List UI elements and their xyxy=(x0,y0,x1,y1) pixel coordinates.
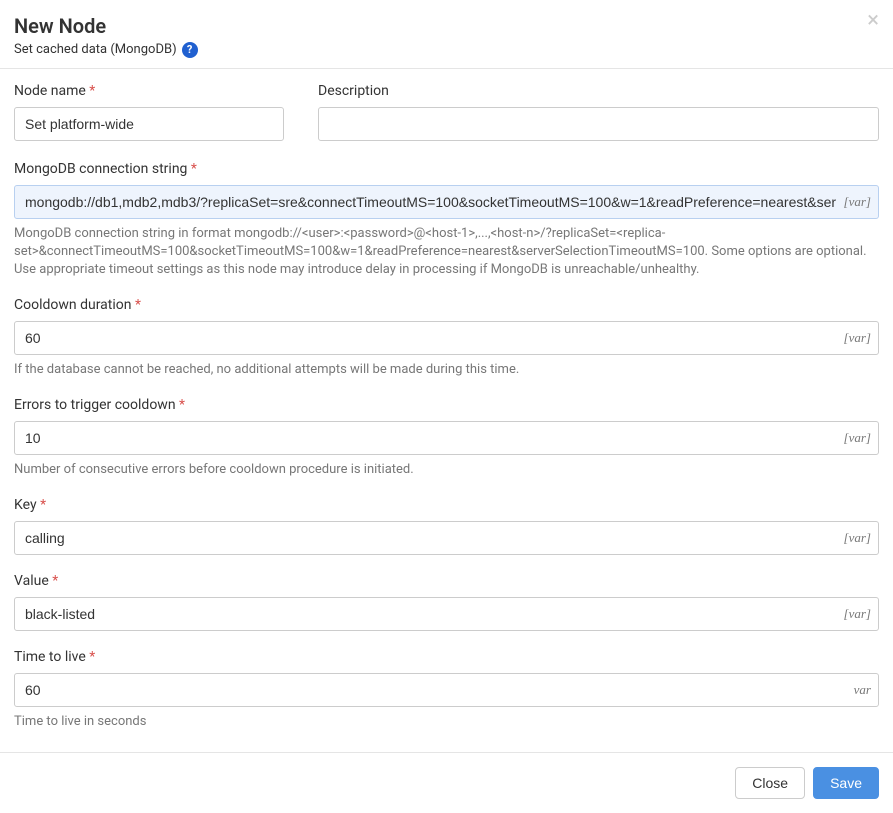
errors-input[interactable] xyxy=(14,421,879,455)
save-button[interactable]: Save xyxy=(813,767,879,799)
errors-label: Errors to trigger cooldown * xyxy=(14,397,879,413)
node-name-label-text: Node name xyxy=(14,83,86,99)
modal-subtitle-text: Set cached data (MongoDB) xyxy=(14,42,177,57)
description-label: Description xyxy=(318,83,879,99)
modal-footer: Close Save xyxy=(0,752,893,813)
ttl-help: Time to live in seconds xyxy=(14,713,879,731)
description-input[interactable] xyxy=(318,107,879,141)
modal-subtitle: Set cached data (MongoDB) ? xyxy=(14,42,198,58)
node-name-input[interactable] xyxy=(14,107,284,141)
value-input[interactable] xyxy=(14,597,879,631)
required-mark: * xyxy=(179,397,185,413)
value-label: Value * xyxy=(14,573,879,589)
ttl-label: Time to live * xyxy=(14,649,879,665)
close-button[interactable]: Close xyxy=(735,767,805,799)
errors-help: Number of consecutive errors before cool… xyxy=(14,461,879,479)
required-mark: * xyxy=(191,161,197,177)
conn-help: MongoDB connection string in format mong… xyxy=(14,225,879,280)
cooldown-label: Cooldown duration * xyxy=(14,297,879,313)
required-mark: * xyxy=(52,573,58,589)
cooldown-input[interactable] xyxy=(14,321,879,355)
conn-input[interactable] xyxy=(14,185,879,219)
required-mark: * xyxy=(89,83,95,99)
conn-label-text: MongoDB connection string xyxy=(14,161,187,177)
help-icon[interactable]: ? xyxy=(182,42,198,58)
conn-label: MongoDB connection string * xyxy=(14,161,879,177)
node-name-label: Node name * xyxy=(14,83,284,99)
required-mark: * xyxy=(89,649,95,665)
required-mark: * xyxy=(40,497,46,513)
cooldown-label-text: Cooldown duration xyxy=(14,297,132,313)
modal-title: New Node xyxy=(14,14,879,38)
modal-body: Node name * Description MongoDB connecti… xyxy=(0,69,893,752)
ttl-input[interactable] xyxy=(14,673,879,707)
close-icon[interactable]: × xyxy=(867,10,879,32)
cooldown-help: If the database cannot be reached, no ad… xyxy=(14,361,879,379)
ttl-label-text: Time to live xyxy=(14,649,86,665)
value-label-text: Value xyxy=(14,573,49,589)
errors-label-text: Errors to trigger cooldown xyxy=(14,397,176,413)
key-label: Key * xyxy=(14,497,879,513)
modal-header: New Node Set cached data (MongoDB) ? × xyxy=(0,0,893,68)
required-mark: * xyxy=(135,297,141,313)
key-input[interactable] xyxy=(14,521,879,555)
key-label-text: Key xyxy=(14,497,37,513)
